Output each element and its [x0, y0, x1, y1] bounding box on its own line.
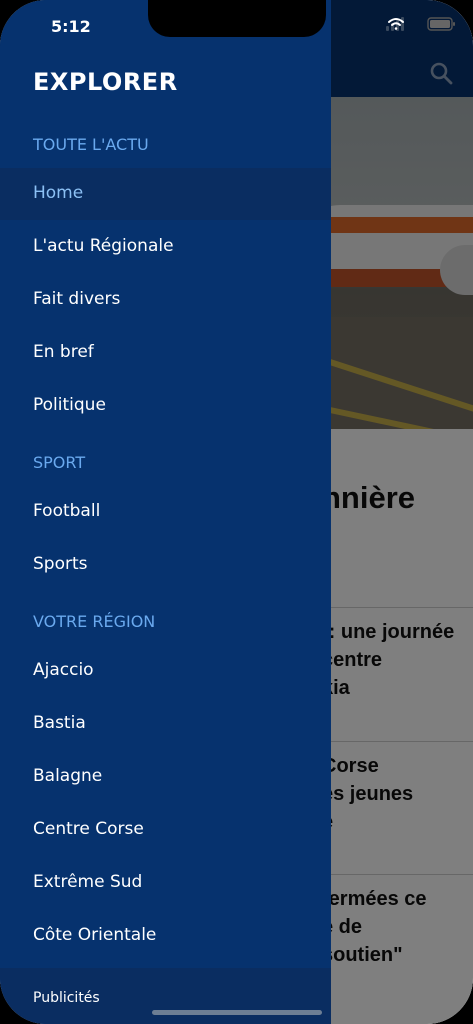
status-time: 5:12 [51, 17, 91, 36]
drawer-title: EXPLORER [33, 68, 178, 96]
phone-screen: nnière t: une journée centre kia Corse e… [0, 0, 473, 1024]
menu-item-home[interactable]: Home [0, 168, 331, 220]
device-notch [148, 0, 326, 37]
navigation-drawer: EXPLORER TOUTE L'ACTU Home L'actu Région… [0, 0, 331, 1024]
menu-item-extreme-sud[interactable]: Extrême Sud [0, 857, 331, 909]
home-indicator[interactable] [152, 1010, 322, 1015]
menu-item-lactu-regionale[interactable]: L'actu Régionale [0, 221, 331, 273]
menu-item-politique[interactable]: Politique [0, 380, 331, 432]
menu-item-bastia[interactable]: Bastia [0, 698, 331, 750]
menu-item-ajaccio[interactable]: Ajaccio [0, 645, 331, 697]
section-toute-lactu: TOUTE L'ACTU [33, 135, 149, 154]
menu-item-publicites[interactable]: Publicités [0, 968, 331, 1024]
status-icons [386, 16, 458, 32]
menu-item-en-bref[interactable]: En bref [0, 327, 331, 379]
section-votre-region: VOTRE RÉGION [33, 612, 156, 631]
menu-item-centre-corse[interactable]: Centre Corse [0, 804, 331, 856]
menu-item-balagne[interactable]: Balagne [0, 751, 331, 803]
battery-icon [427, 17, 455, 31]
menu-item-football[interactable]: Football [0, 486, 331, 538]
menu-item-sports[interactable]: Sports [0, 539, 331, 591]
menu-item-cote-orientale[interactable]: Côte Orientale [0, 910, 331, 962]
menu-item-fait-divers[interactable]: Fait divers [0, 274, 331, 326]
section-sport: SPORT [33, 453, 86, 472]
